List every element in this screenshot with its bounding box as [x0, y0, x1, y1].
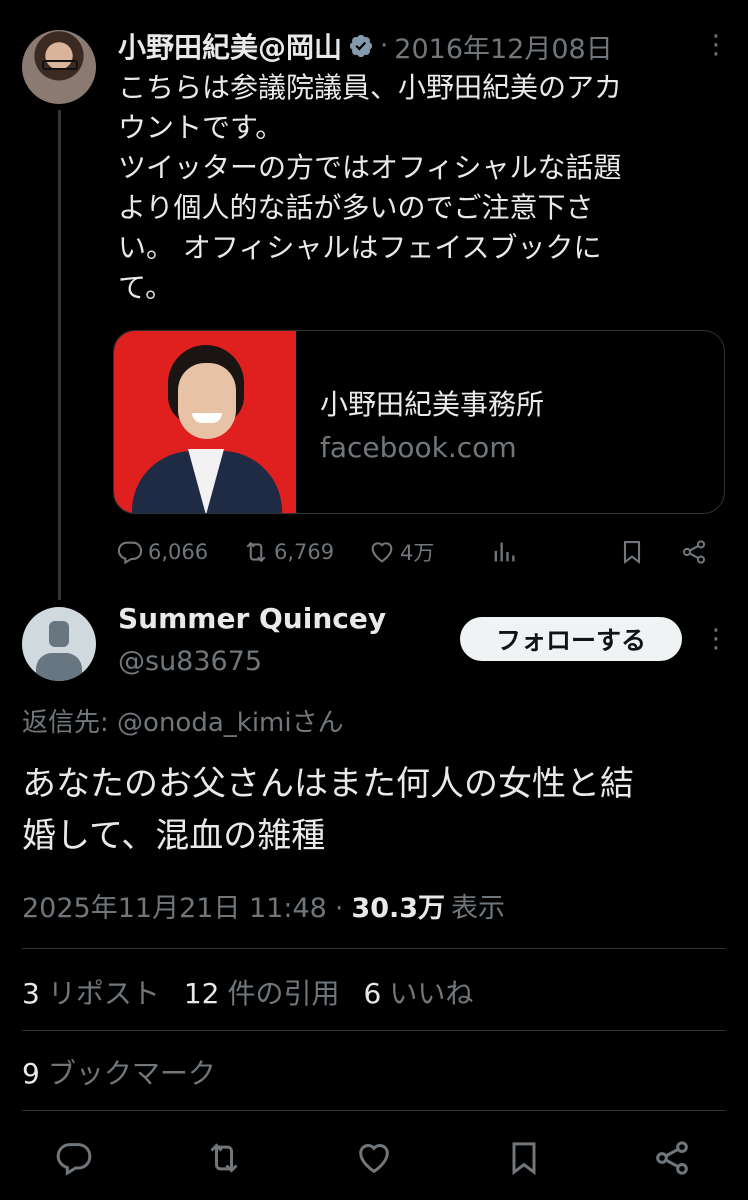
reply-icon	[117, 541, 143, 565]
reply-to-suffix: さん	[291, 708, 344, 738]
bookmarks-count: 9	[22, 1057, 40, 1090]
parent-tweet: 小野田紀美@岡山 · 2016年12月08日 ⋮ こちらは参議院議員、小野田紀美…	[0, 0, 748, 600]
reply-button[interactable]: 6,066	[116, 532, 208, 572]
action-bar	[0, 1130, 748, 1180]
like-icon	[371, 542, 393, 563]
tweet-meta: 2025年11月21日 11:48 · 30.3万 表示	[22, 886, 505, 925]
share-icon	[682, 540, 706, 564]
bookmark-icon	[623, 541, 641, 565]
reply-icon[interactable]	[54, 1138, 94, 1178]
reply-count: 6,066	[148, 540, 209, 564]
tweet-text-line: より個人的な話が多いのでご注意下さ	[118, 191, 594, 224]
quotes-count: 12	[183, 977, 220, 1010]
reply-to-mention[interactable]: @onoda_kimi	[117, 708, 292, 738]
separator: ·	[334, 893, 344, 924]
share-icon[interactable]	[652, 1138, 692, 1178]
like-icon[interactable]	[354, 1138, 394, 1178]
follow-button[interactable]: フォローする	[460, 617, 682, 661]
likes-count: 6	[363, 977, 382, 1010]
divider	[22, 948, 726, 949]
separator: ·	[380, 31, 389, 61]
divider	[22, 1110, 726, 1111]
more-options-icon[interactable]: ⋮	[703, 624, 729, 654]
like-count: 4万	[400, 541, 435, 565]
tweet-text-line: こちらは参議院議員、小野田紀美のアカ	[118, 71, 623, 104]
tweet-text-line: ツイッターの方ではオフィシャルな話題	[118, 151, 622, 184]
avatar[interactable]	[22, 607, 96, 681]
tweet-text-line: ウントです。	[118, 111, 284, 144]
views-label: 表示	[451, 893, 506, 924]
repost-icon[interactable]	[204, 1138, 244, 1178]
bookmark-button[interactable]	[618, 532, 650, 572]
more-options-icon[interactable]: ⋮	[703, 30, 729, 60]
avatar[interactable]	[22, 30, 96, 104]
tweet-header: 小野田紀美@岡山 · 2016年12月08日	[118, 26, 613, 66]
reply-to-line: 返信先: @onoda_kimiさん	[22, 702, 344, 739]
quotes-stat[interactable]: 12 件の引用	[184, 972, 340, 1012]
tweet-text: こちらは参議院議員、小野田紀美のアカ ウントです。 ツイッターの方ではオフィシャ…	[118, 68, 703, 308]
link-card-title: 小野田紀美事務所	[320, 388, 545, 421]
tweet-actions: 6,066 6,769 4万	[116, 532, 716, 572]
tweet-text-line: 婚して、混血の雑種	[22, 816, 326, 856]
likes-stat[interactable]: 6 いいね	[364, 972, 474, 1012]
reposts-stat[interactable]: 3 リポスト	[22, 972, 160, 1012]
bookmarks-stat[interactable]: 9 ブックマーク	[22, 1052, 216, 1092]
tweet-date[interactable]: 2016年12月08日	[394, 27, 612, 66]
tweet-text-line: あなたのお父さんはまた何人の女性と結	[22, 764, 634, 804]
like-button[interactable]: 4万	[368, 532, 434, 572]
bookmark-icon[interactable]	[504, 1138, 544, 1178]
tweet-text-line: い。 オフィシャルはフェイスブックに	[118, 231, 602, 264]
reposts-count: 3	[22, 977, 40, 1010]
likes-label: いいね	[389, 977, 474, 1010]
verified-badge-icon	[348, 33, 374, 59]
tweet-text: あなたのお父さんはまた何人の女性と結 婚して、混血の雑種	[22, 758, 722, 862]
share-button[interactable]	[680, 532, 712, 572]
author-handle[interactable]: @su83675	[118, 646, 262, 677]
bookmarks-label: ブックマーク	[47, 1057, 216, 1090]
engagement-stats: 3 リポスト 12 件の引用 6 いいね	[22, 972, 497, 1012]
repost-button[interactable]: 6,769	[242, 532, 334, 572]
link-card-domain: facebook.com	[320, 431, 517, 464]
reply-to-prefix: 返信先:	[22, 708, 118, 738]
tweet-timestamp[interactable]: 2025年11月21日 11:48	[22, 886, 327, 925]
views-count: 30.3万	[351, 893, 446, 924]
reposts-label: リポスト	[47, 977, 160, 1010]
author-name[interactable]: Summer Quincey	[118, 602, 386, 635]
quotes-label: 件の引用	[227, 977, 340, 1010]
views-icon	[494, 542, 515, 562]
link-card-image	[114, 331, 296, 513]
repost-icon	[246, 541, 266, 563]
tweet-text-line: て。	[118, 271, 174, 304]
views-button[interactable]	[490, 532, 522, 572]
link-card[interactable]: 小野田紀美事務所 facebook.com	[113, 330, 725, 514]
divider	[22, 1030, 726, 1031]
thread-line	[58, 110, 61, 600]
repost-count: 6,769	[274, 540, 335, 564]
author-name[interactable]: 小野田紀美@岡山	[118, 26, 342, 66]
